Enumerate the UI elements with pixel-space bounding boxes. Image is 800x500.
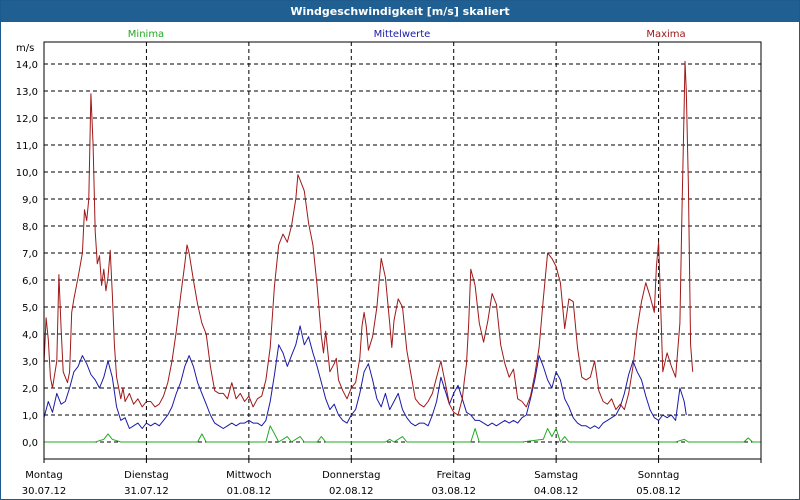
- y-tick-label: 0,0: [22, 438, 38, 449]
- plot-frame: [43, 41, 762, 460]
- x-tick-weekday: Samstag: [534, 470, 578, 481]
- legend-maxima: Maxima: [646, 29, 685, 40]
- x-tick-weekday: Donnerstag: [322, 470, 380, 481]
- x-tick-date: 01.08.12: [227, 486, 272, 497]
- labels: 0,0 1,0 2,0 3,0 4,0 5,0 6,0 7,0 8,0 9,0 10,0 11,0 12…: [16, 29, 686, 497]
- chart-window: Windgeschwindigkeit [m/s] skaliert 0,0 1,…: [0, 0, 800, 500]
- grid: [43, 42, 762, 463]
- x-tick-weekday: Mittwoch: [226, 470, 271, 481]
- series-line-minima: [44, 425, 761, 443]
- x-tick-weekday: Montag: [25, 470, 62, 481]
- wind-speed-chart: 0,0 1,0 2,0 3,0 4,0 5,0 6,0 7,0 8,0 9,0 10,0 11,0 12…: [16, 29, 762, 497]
- x-tick-weekday: Sonntag: [638, 470, 680, 481]
- x-tick-weekday: Dienstag: [124, 470, 169, 481]
- x-tick-date: 31.07.12: [124, 486, 169, 497]
- series-line-maxima: [43, 60, 694, 416]
- y-tick-label: 5,0: [22, 303, 38, 314]
- y-tick-label: 4,0: [22, 330, 38, 341]
- x-tick-date: 03.08.12: [431, 486, 476, 497]
- y-tick-label: 9,0: [22, 195, 38, 206]
- y-tick-label: 8,0: [22, 222, 38, 233]
- y-tick-label: 1,0: [22, 411, 38, 422]
- y-tick-label: 2,0: [22, 384, 38, 395]
- y-axis-label: m/s: [16, 43, 34, 54]
- y-tick-label: 3,0: [22, 357, 38, 368]
- legend-mittelwerte: Mittelwerte: [374, 29, 431, 40]
- y-tick-label: 14,0: [16, 60, 38, 71]
- y-tick-label: 13,0: [16, 87, 38, 98]
- x-tick-date: 02.08.12: [329, 486, 374, 497]
- x-tick-date: 05.08.12: [636, 486, 681, 497]
- y-tick-label: 10,0: [16, 168, 38, 179]
- x-tick-date: 04.08.12: [534, 486, 579, 497]
- y-tick-label: 12,0: [16, 114, 38, 125]
- y-tick-label: 6,0: [22, 276, 38, 287]
- x-tick-date: 30.07.12: [22, 486, 67, 497]
- y-tick-label: 7,0: [22, 249, 38, 260]
- x-tick-weekday: Freitag: [437, 470, 471, 481]
- legend-minima: Minima: [128, 29, 164, 40]
- y-tick-label: 11,0: [16, 141, 38, 152]
